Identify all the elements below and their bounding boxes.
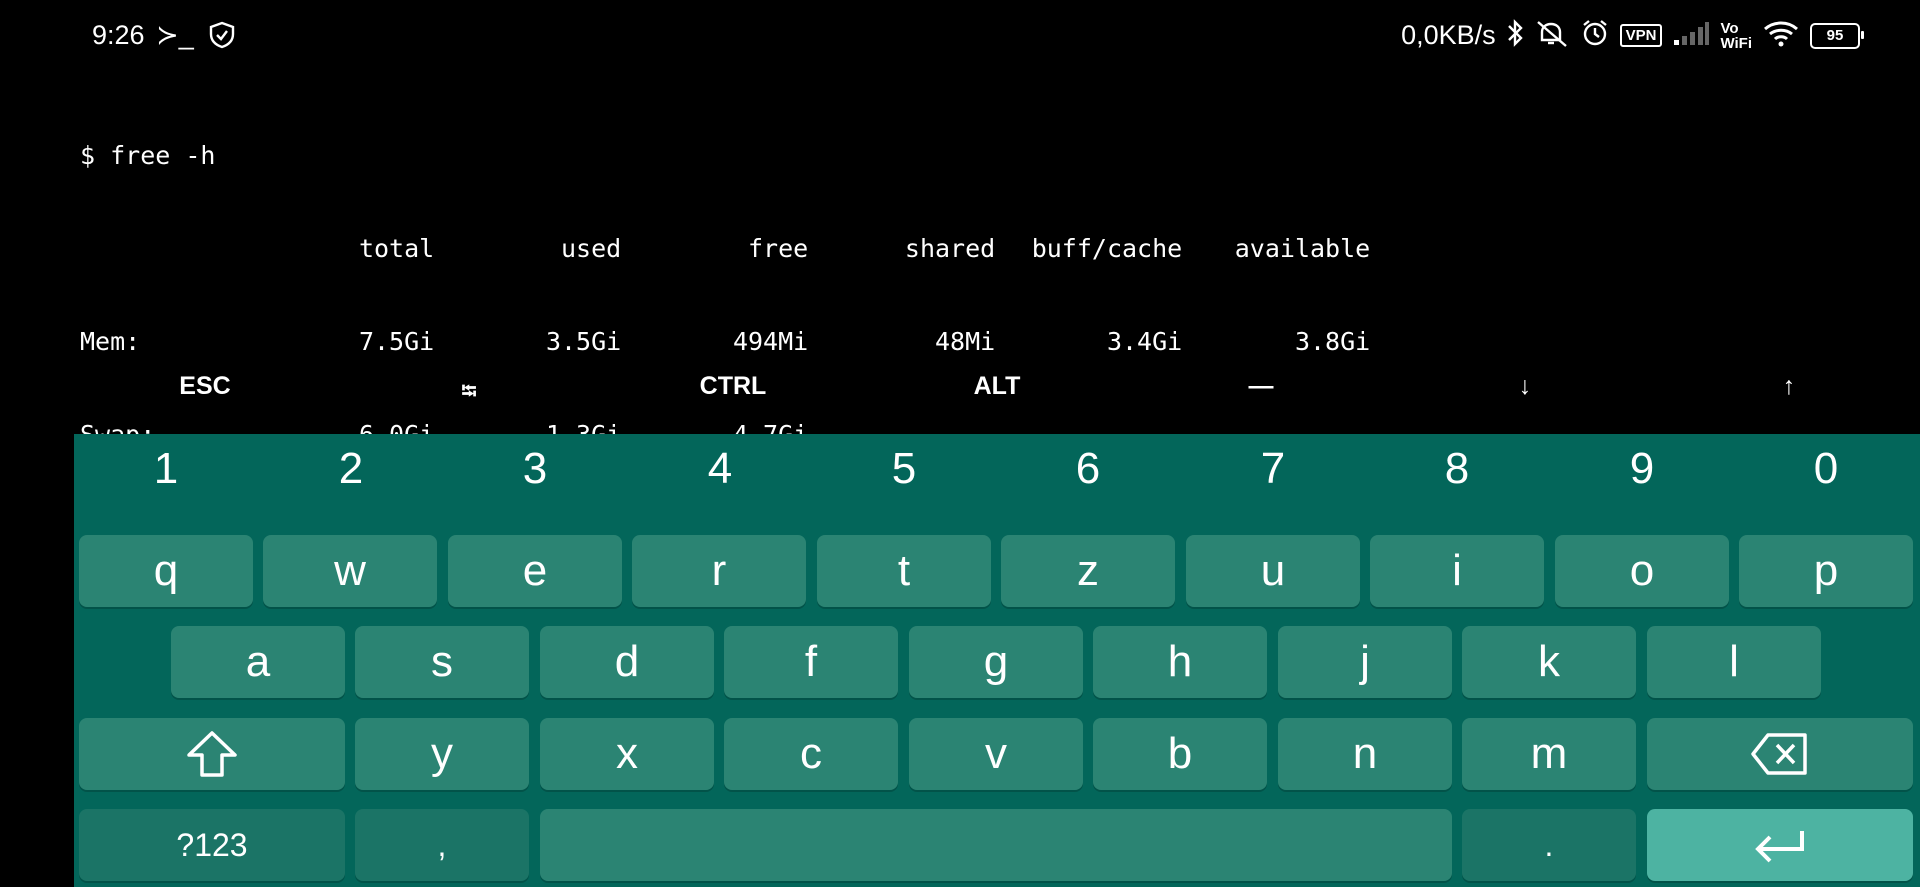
backspace-key[interactable] <box>1647 718 1913 790</box>
key-s[interactable]: s <box>355 626 529 698</box>
signal-icon <box>1672 20 1710 51</box>
command-text: $ free -h <box>80 141 216 170</box>
header-used: used <box>561 234 622 263</box>
command-line: $ free -h <box>80 140 215 171</box>
shift-key[interactable] <box>79 718 345 790</box>
mem-row: Mem: 7.5Gi 3.5Gi 494Mi 48Mi 3.4Gi 3.8Gi <box>80 326 1370 357</box>
alt-key[interactable]: ALT <box>865 372 1129 401</box>
key-i[interactable]: i <box>1370 535 1544 607</box>
key-c[interactable]: c <box>724 718 898 790</box>
backspace-icon <box>1751 733 1807 775</box>
key-j[interactable]: j <box>1278 626 1452 698</box>
key-n[interactable]: n <box>1278 718 1452 790</box>
shift-arrow-icon <box>187 731 237 777</box>
key-l[interactable]: l <box>1647 626 1821 698</box>
status-bar-time: 9:26 ≻_ <box>92 20 235 56</box>
esc-key[interactable]: ESC <box>73 372 337 401</box>
row-label: Mem: <box>80 327 141 356</box>
soft-keyboard: 1 2 3 4 5 6 7 8 9 0 q w e r t z u i o p … <box>74 434 1920 887</box>
key-a[interactable]: a <box>171 626 345 698</box>
key-9[interactable]: 9 <box>1550 444 1734 494</box>
key-8[interactable]: 8 <box>1365 444 1549 494</box>
arrow-down-key[interactable]: ↓ <box>1393 372 1657 401</box>
key-2[interactable]: 2 <box>259 444 443 494</box>
key-r[interactable]: r <box>632 535 806 607</box>
key-t[interactable]: t <box>817 535 991 607</box>
key-0[interactable]: 0 <box>1734 444 1918 494</box>
key-q[interactable]: q <box>79 535 253 607</box>
header-row: total used free shared buff/cache availa… <box>80 233 1370 264</box>
key-y[interactable]: y <box>355 718 529 790</box>
key-7[interactable]: 7 <box>1181 444 1365 494</box>
enter-key[interactable] <box>1647 809 1913 881</box>
symbols-key[interactable]: ?123 <box>79 809 345 881</box>
extra-keys-row: ESC ⭾ CTRL ALT — ↓ ↑ <box>0 372 1920 414</box>
key-3[interactable]: 3 <box>443 444 627 494</box>
key-w[interactable]: w <box>263 535 437 607</box>
bluetooth-icon <box>1506 18 1524 53</box>
wifi-icon <box>1762 18 1800 53</box>
mem-buff-cache: 3.4Gi <box>1106 327 1183 356</box>
mem-used: 3.5Gi <box>545 327 622 356</box>
period-key[interactable]: . <box>1462 809 1636 881</box>
vowifi-bottom-text: WiFi <box>1720 34 1752 52</box>
key-b[interactable]: b <box>1093 718 1267 790</box>
header-free: free <box>748 234 809 263</box>
key-x[interactable]: x <box>540 718 714 790</box>
status-bar-right: 0,0KB/s VPN Vo WiFi 95 <box>1401 18 1864 53</box>
dash-key[interactable]: — <box>1129 372 1393 401</box>
battery-level: 95 <box>1826 27 1844 44</box>
alarm-icon <box>1580 18 1610 53</box>
key-e[interactable]: e <box>448 535 622 607</box>
space-key[interactable] <box>540 809 1452 881</box>
key-m[interactable]: m <box>1462 718 1636 790</box>
key-v[interactable]: v <box>909 718 1083 790</box>
ctrl-key[interactable]: CTRL <box>601 372 865 401</box>
mute-icon <box>1534 18 1570 53</box>
key-p[interactable]: p <box>1739 535 1913 607</box>
key-d[interactable]: d <box>540 626 714 698</box>
tab-key[interactable]: ⭾ <box>337 377 601 411</box>
key-u[interactable]: u <box>1186 535 1360 607</box>
terminal-notification-icon: ≻_ <box>156 20 194 50</box>
key-g[interactable]: g <box>909 626 1083 698</box>
key-4[interactable]: 4 <box>628 444 812 494</box>
header-available: available <box>1234 234 1371 263</box>
vowifi-indicator: Vo WiFi <box>1720 21 1752 51</box>
key-f[interactable]: f <box>724 626 898 698</box>
arrow-up-key[interactable]: ↑ <box>1657 372 1920 401</box>
mem-available: 3.8Gi <box>1294 327 1371 356</box>
key-o[interactable]: o <box>1555 535 1729 607</box>
clock-text: 9:26 <box>92 20 145 50</box>
shield-check-icon <box>209 21 235 56</box>
mem-total: 7.5Gi <box>358 327 435 356</box>
mem-shared: 48Mi <box>935 327 996 356</box>
vpn-badge: VPN <box>1619 24 1663 47</box>
key-6[interactable]: 6 <box>996 444 1180 494</box>
header-shared: shared <box>904 234 996 263</box>
comma-key[interactable]: , <box>355 809 529 881</box>
key-5[interactable]: 5 <box>812 444 996 494</box>
key-k[interactable]: k <box>1462 626 1636 698</box>
header-total: total <box>358 234 435 263</box>
key-h[interactable]: h <box>1093 626 1267 698</box>
battery-icon: 95 <box>1810 22 1864 49</box>
header-buff-cache: buff/cache <box>1031 234 1183 263</box>
network-speed: 0,0KB/s <box>1401 20 1496 50</box>
key-z[interactable]: z <box>1001 535 1175 607</box>
enter-arrow-icon <box>1755 831 1804 863</box>
mem-free: 494Mi <box>732 327 809 356</box>
key-1[interactable]: 1 <box>74 444 258 494</box>
